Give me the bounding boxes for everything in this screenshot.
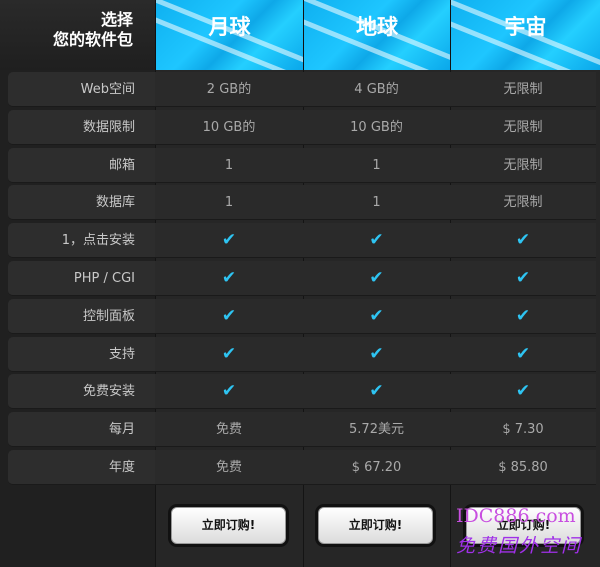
check-icon: ✔ — [303, 374, 450, 410]
feature-label: 邮箱 — [8, 147, 155, 183]
feature-label: 年度 — [8, 450, 155, 485]
feature-value: 1 — [303, 147, 450, 183]
feature-value: 1 — [155, 147, 303, 183]
feature-label: 控制面板 — [8, 298, 155, 334]
feature-value: $ 7.30 — [450, 412, 596, 448]
table-row: 1，点击安装 ✔ ✔ ✔ — [8, 223, 596, 259]
feature-label: 数据限制 — [8, 109, 155, 145]
plan-name: 地球 — [356, 14, 398, 39]
check-icon: ✔ — [303, 336, 450, 372]
feature-value: 无限制 — [450, 185, 596, 221]
feature-value: 10 GB的 — [303, 109, 450, 145]
feature-value: 10 GB的 — [155, 109, 303, 145]
table-title: 选择 您的软件包 — [0, 0, 155, 70]
feature-value: 4 GB的 — [303, 72, 450, 107]
feature-value: 2 GB的 — [155, 72, 303, 107]
check-icon: ✔ — [303, 298, 450, 334]
check-icon: ✔ — [303, 223, 450, 259]
check-icon: ✔ — [155, 261, 303, 296]
table-row: 支持 ✔ ✔ ✔ — [8, 336, 596, 372]
table-row: PHP / CGI ✔ ✔ ✔ — [8, 261, 596, 296]
pricing-table: 选择 您的软件包 月球 地球 宇宙 Web空间 2 GB的 4 GB的 无限制 数据限制… — [0, 0, 600, 567]
table-row: 每月 免费 5.72美元 $ 7.30 — [8, 412, 596, 448]
check-icon: ✔ — [303, 261, 450, 296]
feature-value: 无限制 — [450, 109, 596, 145]
feature-value: 免费 — [155, 412, 303, 448]
feature-value: 1 — [155, 185, 303, 221]
feature-value: 5.72美元 — [303, 412, 450, 448]
table-row: 控制面板 ✔ ✔ ✔ — [8, 298, 596, 334]
title-line-2: 您的软件包 — [52, 30, 133, 49]
plan-header-universe: 宇宙 — [450, 0, 600, 70]
check-icon: ✔ — [155, 298, 303, 334]
check-icon: ✔ — [450, 336, 596, 372]
order-button-universe[interactable]: 立即订购! — [466, 507, 581, 544]
check-icon: ✔ — [155, 223, 303, 259]
feature-value: 免费 — [155, 450, 303, 485]
check-icon: ✔ — [450, 261, 596, 296]
title-line-1: 选择 — [100, 10, 133, 29]
table-row: 邮箱 1 1 无限制 — [8, 147, 596, 183]
feature-label: PHP / CGI — [8, 261, 155, 296]
feature-label: 每月 — [8, 412, 155, 448]
feature-value: 1 — [303, 185, 450, 221]
order-button-moon[interactable]: 立即订购! — [171, 507, 286, 544]
plan-header-moon: 月球 — [155, 0, 303, 70]
feature-value: 无限制 — [450, 147, 596, 183]
order-button-earth[interactable]: 立即订购! — [318, 507, 433, 544]
check-icon: ✔ — [450, 223, 596, 259]
plan-name: 宇宙 — [504, 14, 547, 39]
check-icon: ✔ — [450, 374, 596, 410]
feature-value: 无限制 — [450, 72, 596, 107]
table-row: Web空间 2 GB的 4 GB的 无限制 — [8, 72, 596, 107]
feature-label: Web空间 — [8, 72, 155, 107]
table-row: 年度 免费 $ 67.20 $ 85.80 — [8, 450, 596, 485]
check-icon: ✔ — [155, 374, 303, 410]
plan-name: 月球 — [208, 14, 251, 39]
table-row: 免费安装 ✔ ✔ ✔ — [8, 374, 596, 410]
check-icon: ✔ — [450, 298, 596, 334]
table-row: 数据限制 10 GB的 10 GB的 无限制 — [8, 109, 596, 145]
feature-value: $ 67.20 — [303, 450, 450, 485]
feature-label: 支持 — [8, 336, 155, 372]
table-row: 数据库 1 1 无限制 — [8, 185, 596, 221]
feature-label: 数据库 — [8, 185, 155, 221]
feature-value: $ 85.80 — [450, 450, 596, 485]
check-icon: ✔ — [155, 336, 303, 372]
feature-label: 免费安装 — [8, 374, 155, 410]
feature-label: 1，点击安装 — [8, 223, 155, 259]
plan-header-earth: 地球 — [303, 0, 450, 70]
